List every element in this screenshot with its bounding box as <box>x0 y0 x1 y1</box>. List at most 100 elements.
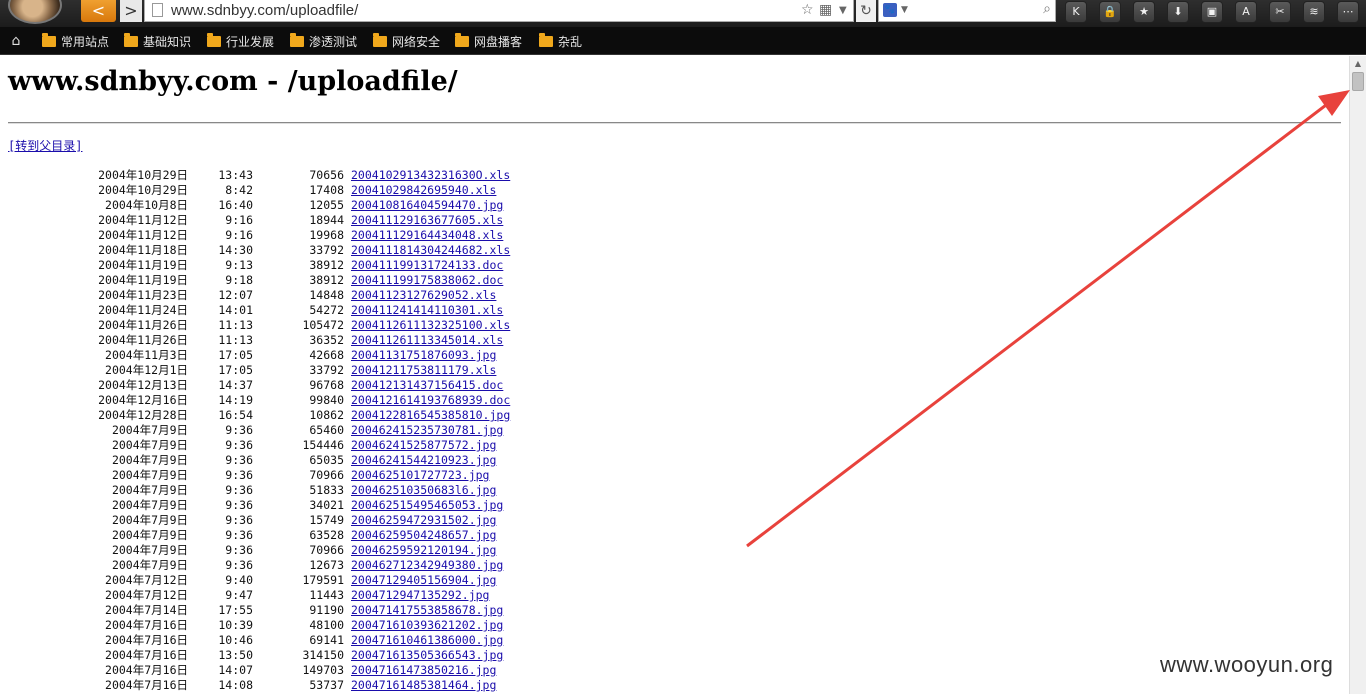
user-avatar[interactable] <box>8 0 62 24</box>
vertical-scrollbar[interactable]: ▲ <box>1349 56 1366 694</box>
wifi-icon[interactable]: ≋ <box>1303 1 1325 23</box>
more-icon[interactable]: ⋯ <box>1337 1 1359 23</box>
file-link[interactable]: 200411199175838062.doc <box>351 273 503 288</box>
file-link[interactable]: 200411261113345014.xls <box>351 333 503 348</box>
file-link[interactable]: 20046259592120194.jpg <box>351 543 496 558</box>
file-date: 2004年7月9日 <box>111 483 188 497</box>
file-time: 9:36 <box>225 528 253 542</box>
qr-code-icon[interactable]: ▦ <box>819 2 832 18</box>
file-link[interactable]: 2004111814304244682.xls <box>351 243 510 258</box>
bookmark-star-icon[interactable]: ☆ <box>801 2 814 18</box>
file-link[interactable]: 200411199131724133.doc <box>351 258 503 273</box>
reload-button[interactable]: ↻ <box>856 0 876 22</box>
chevron-down-icon[interactable]: ▼ <box>839 5 847 16</box>
file-time: 8:42 <box>225 183 253 197</box>
file-link[interactable]: 20041029842695940.xls <box>351 183 496 198</box>
file-link[interactable]: 200410816404594470.jpg <box>351 198 503 213</box>
forward-button[interactable]: > <box>120 0 142 22</box>
k-icon[interactable]: K <box>1065 1 1087 23</box>
file-link[interactable]: 2004112611132325100.xls <box>351 318 510 333</box>
file-date: 2004年7月9日 <box>111 468 188 482</box>
file-date: 2004年10月8日 <box>105 198 188 212</box>
back-button[interactable]: < <box>81 0 116 22</box>
scroll-thumb[interactable] <box>1352 72 1364 91</box>
file-link[interactable]: 200411241414110301.xls <box>351 303 503 318</box>
file-date: 2004年11月18日 <box>98 243 188 257</box>
file-time: 9:36 <box>225 453 253 467</box>
home-icon[interactable]: ⌂ <box>8 33 24 49</box>
baidu-paw-icon[interactable]: 🐾 <box>883 3 897 17</box>
file-link[interactable]: 20046241544210923.jpg <box>351 453 496 468</box>
file-size: 69141 <box>309 633 344 647</box>
file-link[interactable]: 20047129405156904.jpg <box>351 573 496 588</box>
bookmarks-bar: ⌂ 常用站点 基础知识 行业发展 渗透测试 网络安全 网盘播客 杂乱 <box>0 27 1366 55</box>
bookmark-folder[interactable]: 基础知识 <box>124 33 191 50</box>
file-link[interactable]: 20046259504248657.jpg <box>351 528 496 543</box>
file-link[interactable]: 20046259472931502.jpg <box>351 513 496 528</box>
scissors-icon[interactable]: ✂ <box>1269 1 1291 23</box>
a-icon[interactable]: A <box>1235 1 1257 23</box>
file-link[interactable]: 200471417553858678.jpg <box>351 603 503 618</box>
engine-dropdown-icon[interactable]: ▼ <box>901 5 908 15</box>
file-time: 14:08 <box>218 678 253 692</box>
bookmark-folder[interactable]: 网盘播客 <box>455 33 523 50</box>
file-size: 105472 <box>302 318 344 332</box>
file-link[interactable]: 2004712947135292.jpg <box>351 588 489 603</box>
folder-icon <box>124 33 138 47</box>
browser-toolbar: < > www.sdnbyy.com/uploadfile/ ☆ ▦ ▼ ↻ 🐾… <box>0 0 1366 27</box>
parent-directory-link[interactable]: [转到父目录] <box>8 137 82 154</box>
file-link[interactable]: 20041211753811179.xls <box>351 363 496 378</box>
file-time: 9:40 <box>225 573 253 587</box>
file-date: 2004年7月9日 <box>111 543 188 557</box>
file-link[interactable]: 20047161473850216.jpg <box>351 663 496 678</box>
file-size: 53737 <box>309 678 344 692</box>
page-title: www.sdnbyy.com - /uploadfile/ <box>8 66 458 97</box>
download-icon[interactable]: ⬇ <box>1167 1 1189 23</box>
file-link[interactable]: 2004121614193768939.doc <box>351 393 510 408</box>
file-link[interactable]: 200462510350683l6.jpg <box>351 483 496 498</box>
file-link[interactable]: 200462712342949380.jpg <box>351 558 503 573</box>
bookmark-folder[interactable]: 常用站点 <box>42 33 109 50</box>
file-link[interactable]: 20046241525877572.jpg <box>351 438 496 453</box>
file-date: 2004年7月16日 <box>105 663 188 677</box>
search-icon[interactable]: ⌕ <box>1043 1 1051 17</box>
file-link[interactable]: 200410291343231630O.xls <box>351 168 510 183</box>
file-link[interactable]: 2004122816545385810.jpg <box>351 408 510 423</box>
folder-icon <box>455 33 469 47</box>
address-bar[interactable]: www.sdnbyy.com/uploadfile/ ☆ ▦ ▼ <box>144 0 854 22</box>
file-link[interactable]: 200412131437156415.doc <box>351 378 503 393</box>
file-link[interactable]: 20047161485381464.jpg <box>351 678 496 693</box>
url-text[interactable]: www.sdnbyy.com/uploadfile/ <box>171 2 358 19</box>
search-input[interactable]: 🐾 ▼ ⌕ <box>878 0 1056 22</box>
file-time: 10:46 <box>218 633 253 647</box>
file-link[interactable]: 200462515495465053.jpg <box>351 498 503 513</box>
file-link[interactable]: 200471613505366543.jpg <box>351 648 503 663</box>
scroll-up-icon[interactable]: ▲ <box>1350 58 1366 70</box>
file-link[interactable]: 20041131751876093.jpg <box>351 348 496 363</box>
file-size: 12055 <box>309 198 344 212</box>
file-link[interactable]: 200411129164434048.xls <box>351 228 503 243</box>
file-date: 2004年11月26日 <box>98 318 188 332</box>
file-link[interactable]: 200471610393621202.jpg <box>351 618 503 633</box>
file-size: 18944 <box>309 213 344 227</box>
file-time: 10:39 <box>218 618 253 632</box>
file-link[interactable]: 200462415235730781.jpg <box>351 423 503 438</box>
file-link[interactable]: 200411129163677605.xls <box>351 213 503 228</box>
bookmark-folder[interactable]: 杂乱 <box>539 33 582 50</box>
file-link[interactable]: 20041123127629052.xls <box>351 288 496 303</box>
file-link[interactable]: 200471610461386000.jpg <box>351 633 503 648</box>
file-size: 34021 <box>309 498 344 512</box>
file-link[interactable]: 2004625101727723.jpg <box>351 468 489 483</box>
file-size: 15749 <box>309 513 344 527</box>
file-time: 17:05 <box>218 348 253 362</box>
bookmark-folder[interactable]: 网络安全 <box>373 33 440 50</box>
lock-icon[interactable]: 🔒 <box>1099 1 1121 23</box>
bookmark-label: 网盘播客 <box>474 35 523 49</box>
file-time: 11:13 <box>218 333 253 347</box>
tv-icon[interactable]: ▣ <box>1201 1 1223 23</box>
file-time: 17:55 <box>218 603 253 617</box>
bookmark-folder[interactable]: 渗透测试 <box>290 33 357 50</box>
file-size: 12673 <box>309 558 344 572</box>
star-icon[interactable]: ★ <box>1133 1 1155 23</box>
bookmark-folder[interactable]: 行业发展 <box>207 33 274 50</box>
